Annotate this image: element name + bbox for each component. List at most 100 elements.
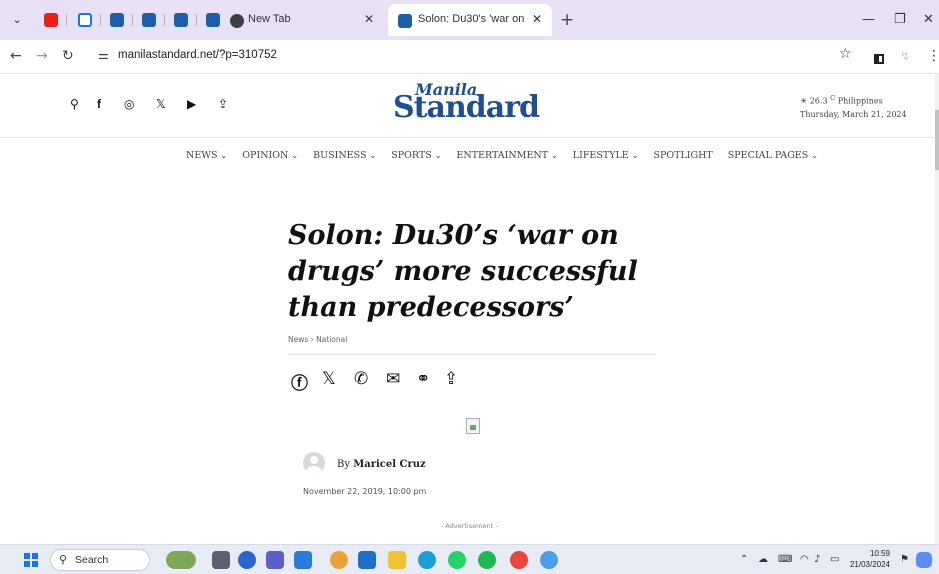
volume-icon[interactable]: ♪ [814,554,820,565]
browser-menu-icon[interactable]: ⋮ [927,48,939,64]
minimize-icon[interactable]: — [862,12,875,27]
broken-image-icon [466,418,480,434]
nav-item-special-pages[interactable]: SPECIAL PAGES ⌄ [728,150,818,161]
facebook-icon[interactable]: f [97,97,101,111]
weather-widget: ☀ 26.3 C Philippines Thursday, March 21,… [800,94,907,119]
tab-article[interactable]: Solon: Du30's 'war on drugs' m ✕ [388,4,552,36]
breadcrumb-national-link[interactable]: National [316,335,347,344]
app-icon[interactable] [294,551,312,569]
facebook-share-icon[interactable]: ⓕ [291,369,308,394]
whatsapp-share-icon[interactable]: ✆ [354,369,368,389]
byline-prefix: By [337,459,350,470]
extension-icon[interactable]: ↯ [900,49,910,63]
copilot-icon[interactable] [330,551,348,569]
tab-title: New Tab [248,13,291,25]
nav-item-label: SPOTLIGHT [653,150,713,161]
tab-separator [196,14,197,26]
taskbar-clock[interactable]: 10:59 21/03/2024 [846,548,890,570]
chevron-down-icon: ⌄ [631,151,639,160]
back-arrow-icon[interactable]: ← [10,48,22,64]
taskbar-search-box[interactable]: ⚲ Search [50,549,150,571]
breadcrumb: News › National [288,335,347,344]
browser-tab-strip: ⌄ New Tab ✕ Solon: Du30's 'war on drugs'… [0,0,939,40]
pinned-tab-youtube-icon[interactable] [44,13,58,27]
notification-icon[interactable]: ⚑ [900,554,909,565]
pinned-tab-manila-standard-icon[interactable] [110,13,124,27]
copy-link-icon[interactable]: ⚭ [416,369,430,389]
onedrive-cloud-icon[interactable] [238,551,256,569]
chrome-taskbar-icon[interactable] [510,551,528,569]
address-bar[interactable]: ⚌ manilastandard.net/?p=310752 [94,45,864,69]
weather-location: Philippines [837,96,883,106]
url-text[interactable]: manilastandard.net/?p=310752 [118,49,277,61]
teams-icon[interactable] [266,551,284,569]
x-share-icon[interactable]: 𝕏 [322,369,336,389]
tab-new-tab[interactable]: New Tab ✕ [224,4,384,36]
tab-separator [66,14,67,26]
nav-item-opinion[interactable]: OPINION ⌄ [242,150,298,161]
whatsapp-icon[interactable] [448,551,466,569]
search-icon[interactable]: ⚲ [70,97,79,111]
share-icon[interactable]: ⇪ [218,97,228,111]
article-headline: Solon: Du30’s ‘war on drugs’ more succes… [288,220,638,323]
side-panel-icon[interactable] [874,54,884,64]
tab-close-icon[interactable]: ✕ [532,12,542,26]
spotify-icon[interactable] [478,551,496,569]
nav-item-label: SPECIAL PAGES [727,150,809,161]
bookmark-star-icon[interactable]: ☆ [839,46,852,62]
author-name-link[interactable]: Maricel Cruz [353,459,426,470]
forward-arrow-icon[interactable]: → [36,48,48,64]
tab-close-icon[interactable]: ✕ [364,12,374,26]
nav-item-label: LIFESTYLE [572,150,629,161]
edge-icon[interactable] [418,551,436,569]
windows-start-icon[interactable] [24,553,38,567]
task-view-icon[interactable] [212,551,230,569]
youtube-icon[interactable]: ▶ [187,97,196,111]
nav-item-sports[interactable]: SPORTS ⌄ [391,150,441,161]
tab-search-chevron-icon[interactable]: ⌄ [8,11,26,29]
nav-item-spotlight[interactable]: SPOTLIGHT [653,150,712,161]
site-header: ⚲ f ◎ 𝕏 ▶ ⇪ Manila Standard ☀ 26.3 C Phi… [0,74,934,138]
nav-item-label: BUSINESS [313,150,367,161]
tray-app-icon[interactable]: ☁ [758,554,768,565]
restore-icon[interactable]: ❐ [894,12,906,27]
clock-date: 21/03/2024 [849,560,890,569]
battery-icon[interactable]: ▭ [830,554,839,565]
nav-item-business[interactable]: BUSINESS ⌄ [313,150,376,161]
nav-item-label: ENTERTAINMENT [456,150,549,161]
breadcrumb-news-link[interactable]: News [288,335,308,344]
widgets-icon[interactable] [166,551,196,569]
new-tab-button[interactable]: + [560,11,574,29]
chevron-down-icon: ⌄ [551,151,558,160]
wifi-icon[interactable]: ◠ [800,554,809,565]
instagram-icon[interactable]: ◎ [124,97,134,111]
pinned-tab-manila-standard-icon[interactable] [142,13,156,27]
copilot-tray-icon[interactable] [916,552,932,568]
nav-item-label: SPORTS [391,150,432,161]
clock-time: 10:59 [869,549,890,558]
reload-icon[interactable]: ↻ [62,48,74,64]
file-explorer-icon[interactable] [388,551,406,569]
chrome-profile-icon[interactable] [540,551,558,569]
tab-title: Solon: Du30's 'war on drugs' m [418,13,528,25]
nav-item-lifestyle[interactable]: LIFESTYLE ⌄ [573,150,639,161]
calendar-icon[interactable] [358,551,376,569]
nav-item-entertainment[interactable]: ENTERTAINMENT ⌄ [456,150,557,161]
scrollbar-thumb[interactable] [935,110,939,170]
pinned-tab-manila-standard-icon[interactable] [174,13,188,27]
pinned-tab-manila-standard-icon[interactable] [206,13,220,27]
pinned-tab-document-icon[interactable] [78,13,92,27]
x-twitter-icon[interactable]: 𝕏 [156,97,166,111]
browser-toolbar: ← → ↻ ⚌ manilastandard.net/?p=310752 ☆ ↯… [0,40,939,74]
close-window-icon[interactable]: ✕ [923,12,934,27]
email-share-icon[interactable]: ✉ [386,369,400,389]
nav-item-news[interactable]: NEWS ⌄ [186,150,227,161]
site-settings-icon[interactable]: ⚌ [98,48,109,62]
tray-chevron-up-icon[interactable]: ⌃ [740,554,748,565]
chevron-down-icon: ⌄ [434,151,442,160]
share-icon[interactable]: ⇪ [444,369,458,389]
nav-item-label: NEWS [186,150,218,161]
keyboard-icon[interactable]: ⌨ [778,554,792,565]
site-logo[interactable]: Manila Standard [393,80,553,130]
author-avatar[interactable] [303,452,325,474]
